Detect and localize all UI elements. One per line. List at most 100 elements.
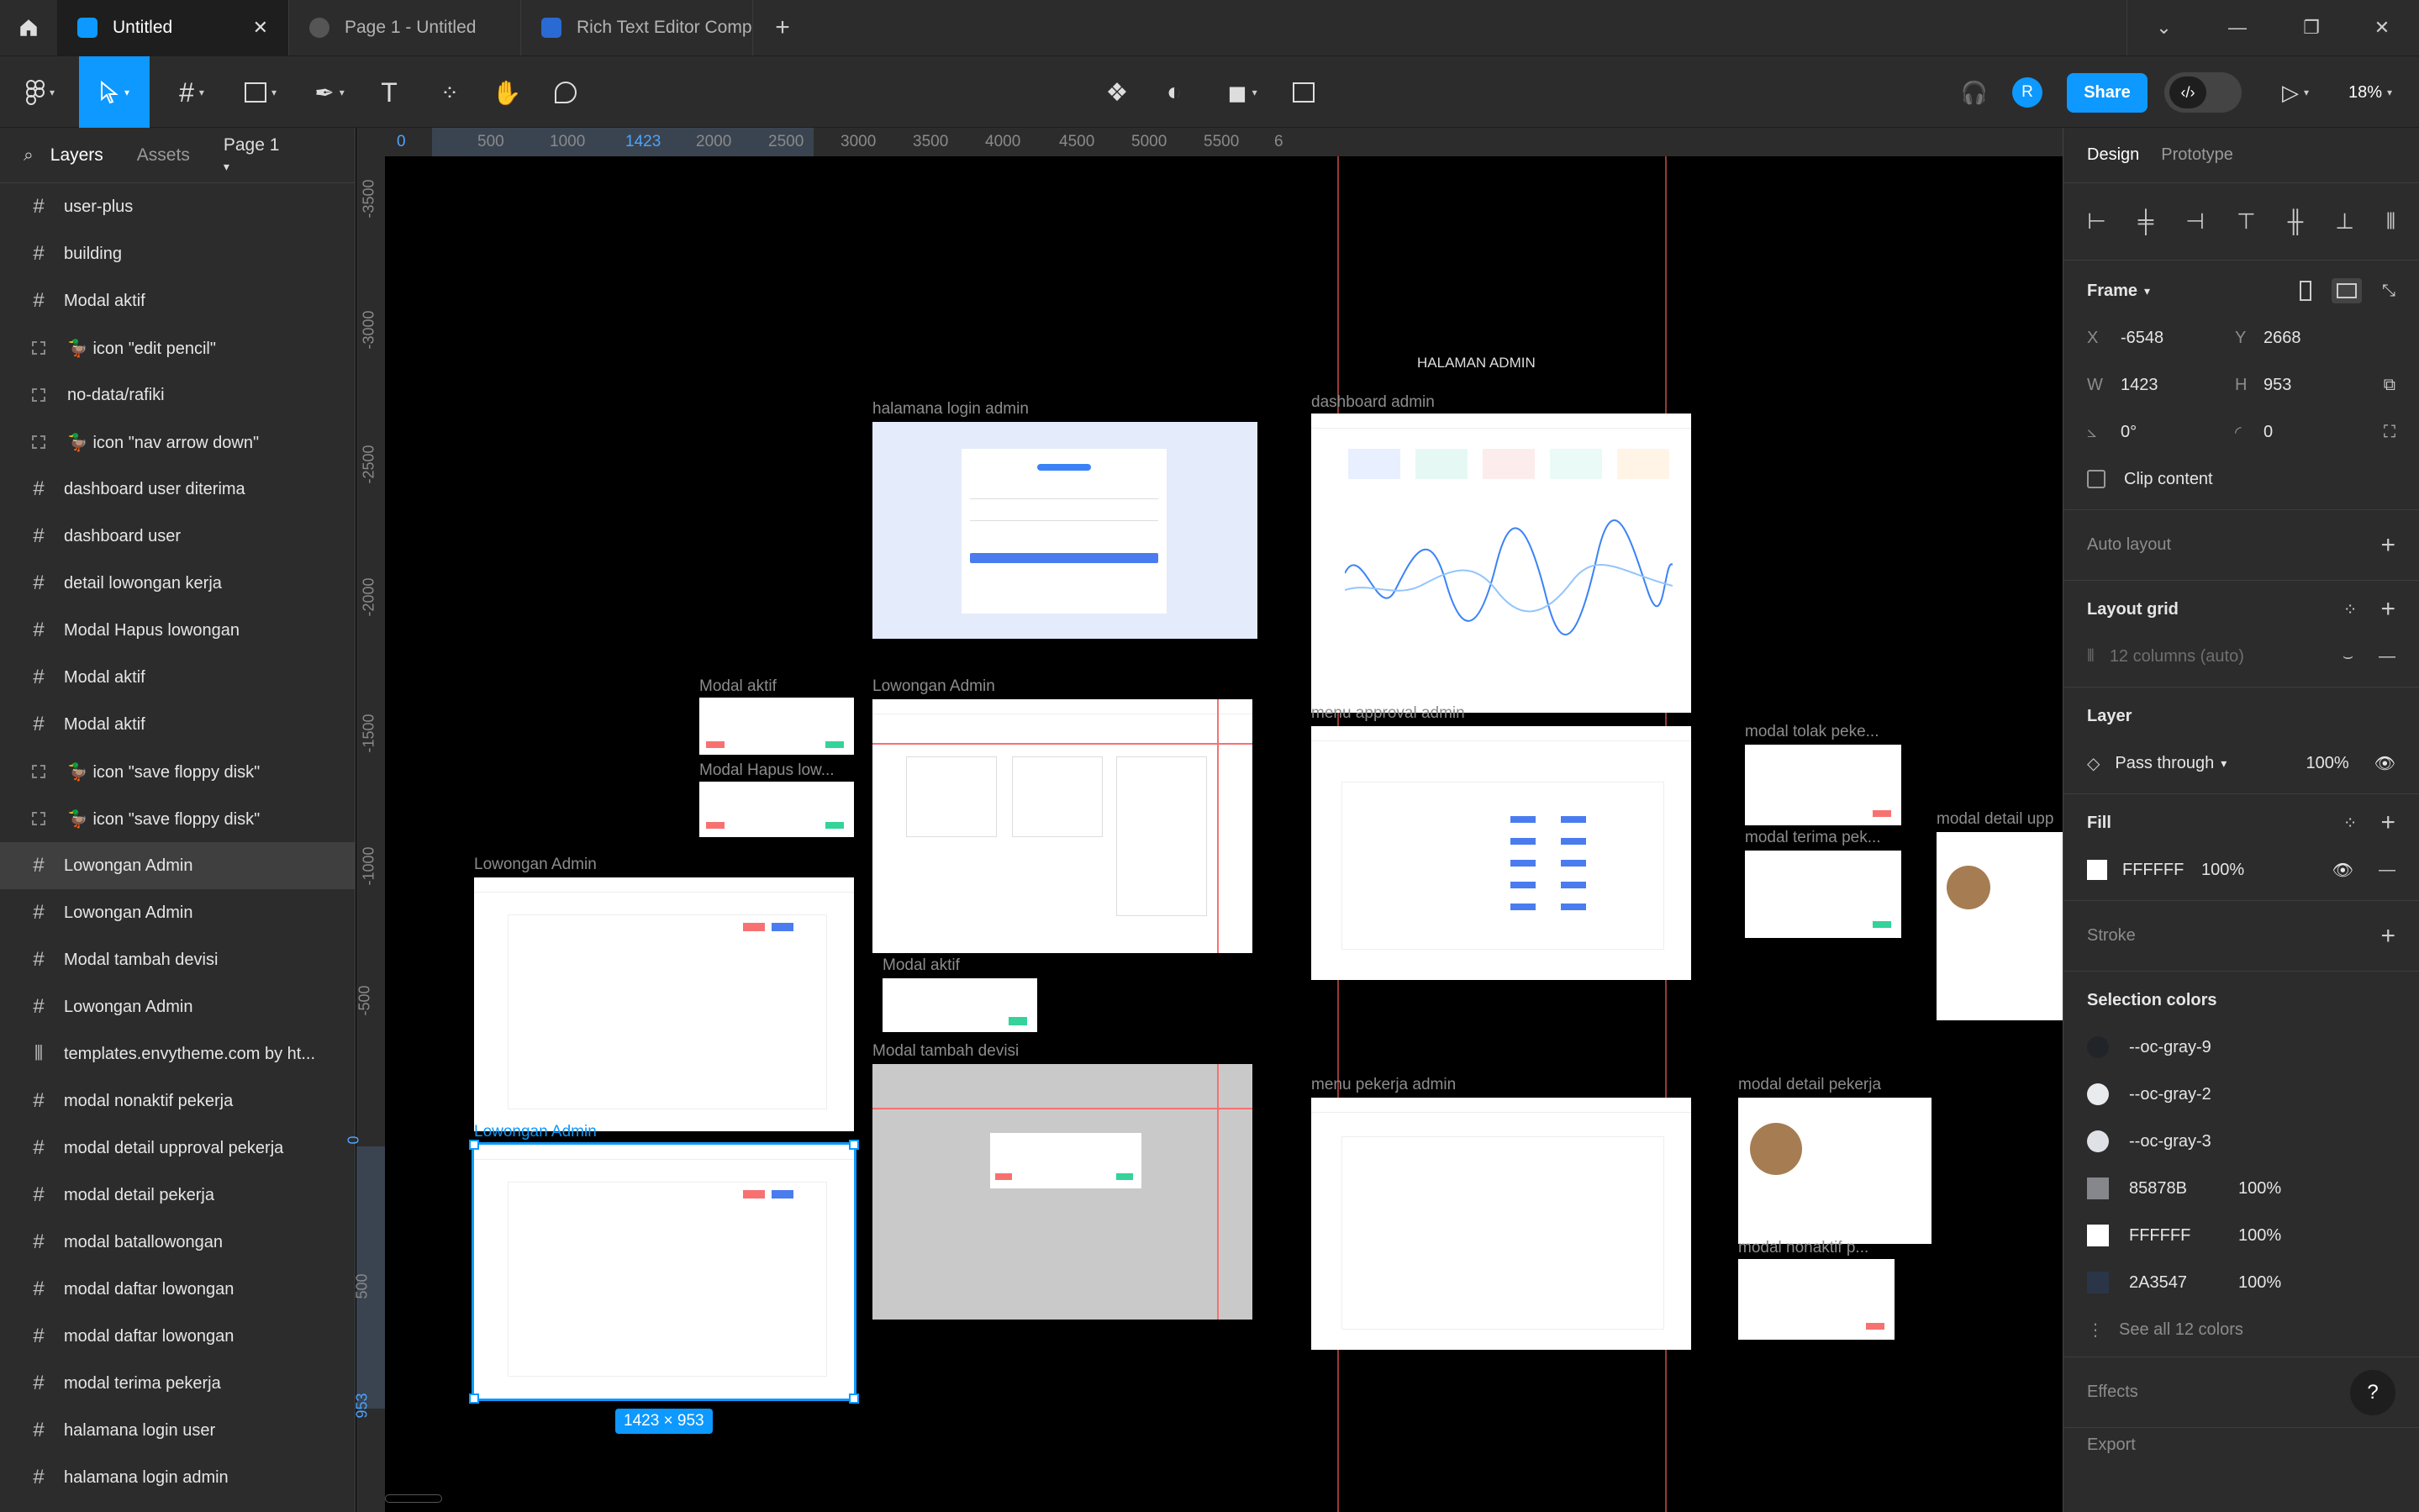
selection-color-row[interactable]: --oc-gray-3 bbox=[2087, 1118, 2395, 1165]
resize-to-fit-icon[interactable]: ⤡ bbox=[2382, 282, 2395, 301]
fill-swatch[interactable] bbox=[2087, 860, 2107, 880]
layer-item[interactable]: # dashboard user diterima bbox=[0, 466, 355, 513]
layer-item[interactable]: # modal terima pekerja bbox=[0, 1360, 355, 1407]
layer-item[interactable]: # Lowongan Admin bbox=[0, 889, 355, 936]
present-button[interactable]: ▷ ▾ bbox=[2266, 56, 2325, 129]
remove-grid-icon[interactable]: — bbox=[2379, 647, 2395, 666]
tab-page1[interactable]: Page 1 - Untitled bbox=[289, 0, 521, 55]
eye-icon[interactable]: 👁 bbox=[2332, 860, 2353, 881]
horizontal-scrollbar[interactable] bbox=[385, 1494, 442, 1503]
layer-item[interactable]: # dashboard user bbox=[0, 513, 355, 560]
color-swatch[interactable] bbox=[2087, 1130, 2109, 1152]
hidden-eye-icon[interactable]: ⌣ bbox=[2343, 647, 2353, 666]
layer-item[interactable]: # Modal aktif bbox=[0, 277, 355, 324]
align-center-h-icon[interactable]: ╪ bbox=[2138, 208, 2153, 234]
x-input[interactable]: -6548 bbox=[2121, 329, 2235, 348]
page-selector[interactable]: Page 1 ▾ bbox=[224, 135, 333, 176]
layer-item[interactable]: # Modal Hapus lowongan bbox=[0, 607, 355, 654]
frame-modal-hapus[interactable] bbox=[699, 782, 854, 837]
frame-modal-aktif-2[interactable] bbox=[883, 978, 1037, 1032]
y-input[interactable]: 2668 bbox=[2264, 329, 2301, 348]
close-tab-icon[interactable]: ✕ bbox=[253, 17, 268, 39]
landscape-icon[interactable] bbox=[2332, 278, 2362, 303]
move-tool-button[interactable]: ▾ bbox=[79, 56, 150, 129]
new-tab-button[interactable]: + bbox=[753, 0, 812, 55]
align-top-icon[interactable]: ⊤ bbox=[2237, 208, 2256, 234]
help-button[interactable]: ? bbox=[2350, 1369, 2395, 1415]
layer-item[interactable]: # modal detail upproval pekerja bbox=[0, 1125, 355, 1172]
constrain-proportions-icon[interactable]: ⧉ bbox=[2384, 376, 2395, 395]
color-swatch[interactable] bbox=[2087, 1272, 2109, 1293]
resize-handle[interactable] bbox=[469, 1140, 479, 1150]
frame-dashboard-admin[interactable] bbox=[1311, 414, 1691, 713]
align-middle-v-icon[interactable]: ╫ bbox=[2288, 208, 2303, 234]
layer-item[interactable]: # modal daftar lowongan bbox=[0, 1266, 355, 1313]
frame-lowongan-form[interactable] bbox=[474, 877, 854, 1131]
frame-lowongan-admin[interactable] bbox=[872, 699, 1252, 953]
layer-item[interactable]: # Modal aktif bbox=[0, 654, 355, 701]
component-button[interactable]: ❖ bbox=[1098, 56, 1136, 129]
minimize-icon[interactable]: — bbox=[2200, 0, 2274, 55]
eye-icon[interactable]: 👁 bbox=[2374, 753, 2395, 774]
tab-prototype[interactable]: Prototype bbox=[2161, 145, 2233, 165]
layer-item[interactable]: # halamana login user bbox=[0, 1407, 355, 1454]
align-right-icon[interactable]: ⊣ bbox=[2185, 208, 2205, 234]
mask-button[interactable]: ◐ bbox=[1155, 56, 1194, 129]
align-bottom-icon[interactable]: ⊥ bbox=[2335, 208, 2354, 234]
canvas[interactable]: HALAMAN ADMIN halamana login admin dashb… bbox=[385, 156, 2063, 1512]
frame-modal-tolak[interactable] bbox=[1745, 745, 1901, 825]
frame-login-admin[interactable] bbox=[872, 422, 1257, 639]
selection-color-row[interactable]: --oc-gray-2 bbox=[2087, 1071, 2395, 1118]
search-icon[interactable]: ⌕ bbox=[24, 145, 34, 166]
user-avatar[interactable]: R bbox=[2011, 56, 2044, 129]
tab-untitled[interactable]: Untitled ✕ bbox=[57, 0, 289, 55]
add-auto-layout-icon[interactable]: + bbox=[2380, 531, 2395, 560]
color-swatch[interactable] bbox=[2087, 1225, 2109, 1246]
frame-modal-aktif[interactable] bbox=[699, 698, 854, 755]
frame-title[interactable]: Frame bbox=[2087, 282, 2137, 301]
add-stroke-icon[interactable]: + bbox=[2380, 922, 2395, 951]
blend-mode-select[interactable]: Pass through bbox=[2115, 754, 2214, 773]
layer-item[interactable]: # Lowongan Admin bbox=[0, 983, 355, 1030]
clip-content-checkbox[interactable] bbox=[2087, 470, 2105, 488]
layer-item[interactable]: # modal detail pekerja bbox=[0, 1172, 355, 1219]
distribute-icon[interactable]: ⫴ bbox=[2386, 208, 2395, 235]
tab-assets[interactable]: Assets bbox=[137, 145, 190, 166]
grid-value[interactable]: 12 columns (auto) bbox=[2110, 647, 2244, 666]
layer-item[interactable]: # halamana login admin bbox=[0, 1454, 355, 1501]
selection-color-row[interactable]: --oc-gray-9 bbox=[2087, 1024, 2395, 1071]
radius-input[interactable]: 0 bbox=[2264, 423, 2273, 442]
close-window-icon[interactable]: ✕ bbox=[2345, 0, 2419, 55]
audio-button[interactable]: 🎧 bbox=[1955, 56, 1994, 129]
independent-corners-icon[interactable]: ⛶ bbox=[2384, 423, 2395, 442]
layer-item[interactable]: # modal nonaktif pekerja bbox=[0, 1077, 355, 1125]
tab-layers[interactable]: Layers bbox=[50, 145, 103, 166]
layer-item[interactable]: 🦆 icon "nav arrow down" bbox=[0, 419, 355, 466]
resize-handle[interactable] bbox=[849, 1393, 859, 1404]
fill-opacity-input[interactable]: 100% bbox=[2201, 861, 2244, 880]
comment-tool-button[interactable] bbox=[546, 56, 585, 129]
layer-item[interactable]: ⦀ templates.envytheme.com by ht... bbox=[0, 1030, 355, 1077]
layer-item[interactable]: no-data/rafiki bbox=[0, 371, 355, 419]
layer-item[interactable]: # modal batallowongan bbox=[0, 1219, 355, 1266]
layer-item[interactable]: # user-plus bbox=[0, 183, 355, 230]
layer-item[interactable]: # modal daftar lowongan bbox=[0, 1313, 355, 1360]
zoom-menu[interactable]: 18% ▾ bbox=[2337, 56, 2404, 129]
selection-color-row[interactable]: 85878B 100% bbox=[2087, 1165, 2395, 1212]
resize-handle[interactable] bbox=[469, 1393, 479, 1404]
frame-modal-detail-upproval[interactable] bbox=[1937, 832, 2063, 1020]
selection-color-row[interactable]: FFFFFF 100% bbox=[2087, 1212, 2395, 1259]
layer-opacity[interactable]: 100% bbox=[2306, 754, 2348, 773]
resources-button[interactable]: ⁘ bbox=[430, 56, 469, 129]
text-tool-button[interactable]: T bbox=[370, 56, 408, 129]
tab-design[interactable]: Design bbox=[2087, 145, 2139, 165]
remove-fill-icon[interactable]: — bbox=[2379, 861, 2395, 880]
color-swatch[interactable] bbox=[2087, 1036, 2109, 1058]
layer-item[interactable]: # Lowongan Admin bbox=[0, 842, 355, 889]
layer-item[interactable]: # Modal aktif bbox=[0, 701, 355, 748]
color-swatch[interactable] bbox=[2087, 1177, 2109, 1199]
boolean-button[interactable]: ◼ ▾ bbox=[1215, 56, 1269, 129]
height-input[interactable]: 953 bbox=[2264, 376, 2291, 395]
width-input[interactable]: 1423 bbox=[2121, 376, 2235, 395]
frame-menu-approval[interactable] bbox=[1311, 726, 1691, 980]
